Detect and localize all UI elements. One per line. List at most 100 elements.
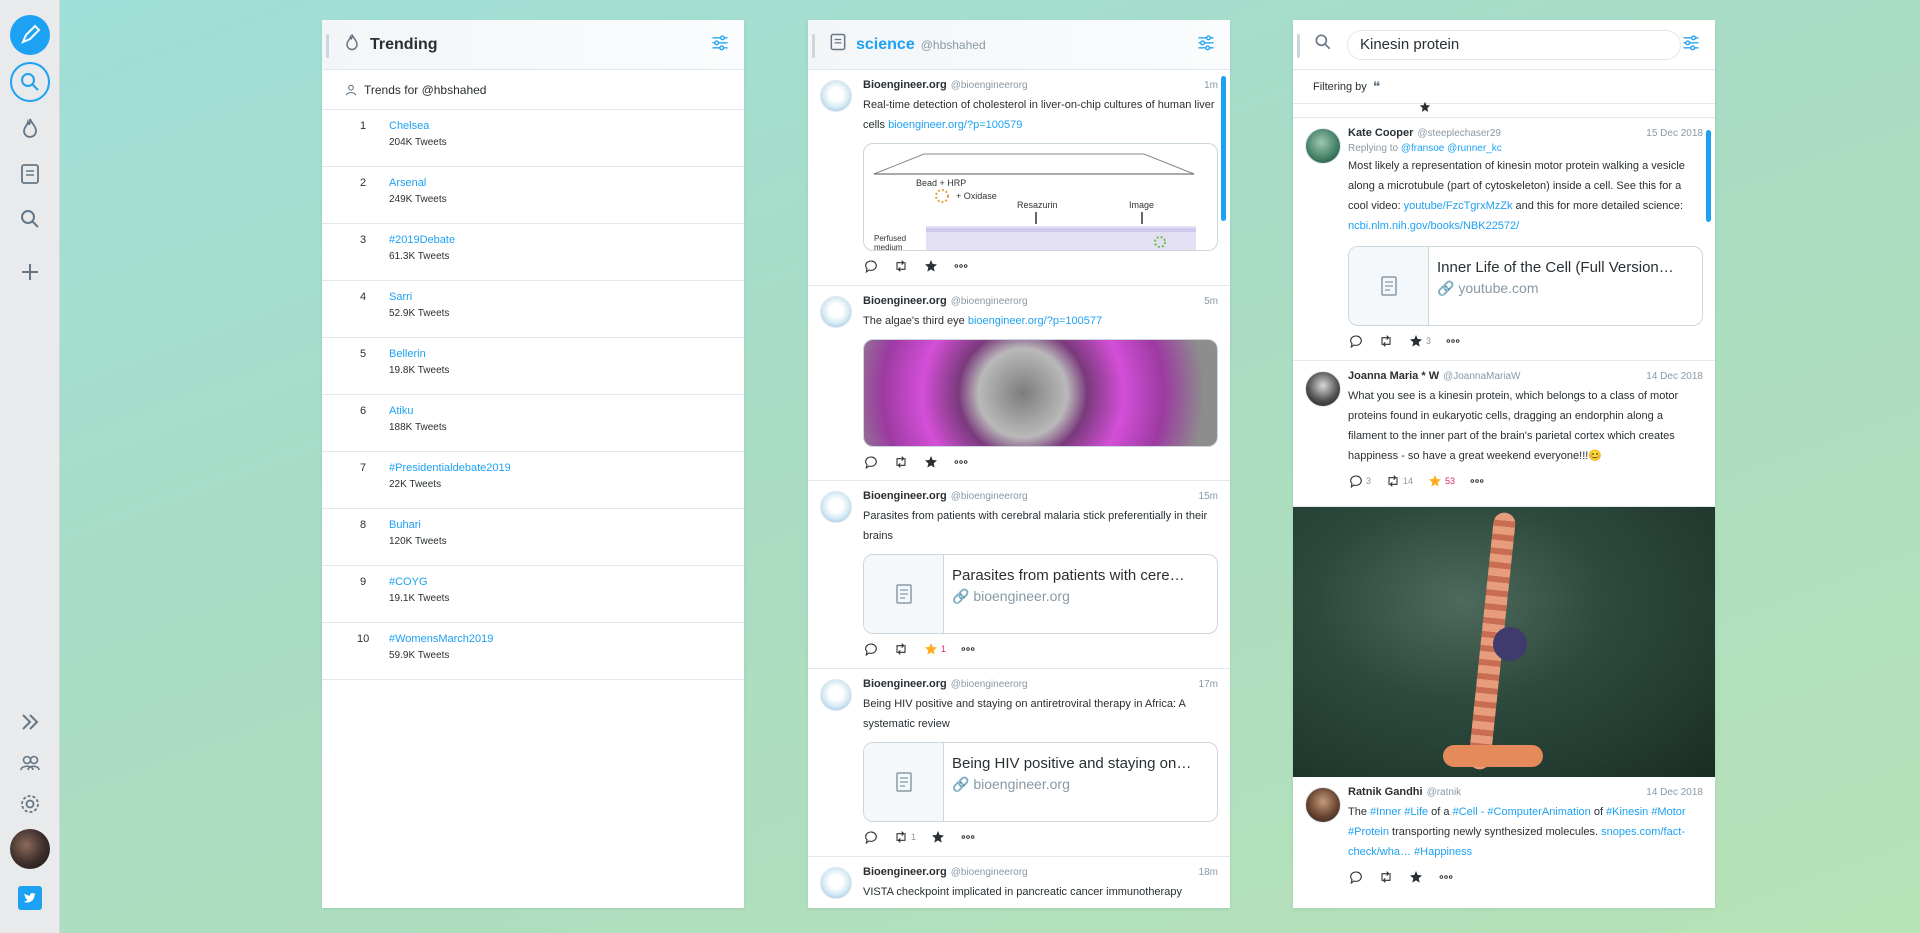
tweet-author-handle[interactable]: @bioengineerorg [951,79,1028,93]
user-avatar[interactable] [10,829,50,869]
trend-item[interactable]: 7 #Presidentialdebate2019 22K Tweets [322,452,744,509]
trend-item[interactable]: 1 Chelsea 204K Tweets [322,110,744,167]
more-button[interactable] [953,258,969,274]
trending-button[interactable] [10,108,50,148]
search-input[interactable]: Kinesin protein [1347,29,1681,60]
avatar[interactable] [820,491,852,523]
hashtags[interactable]: #Cell - #ComputerAnimation [1453,806,1591,818]
trend-name[interactable]: Bellerin [389,348,426,360]
retweet-button[interactable] [1378,333,1394,349]
avatar[interactable] [820,867,852,899]
trend-name[interactable]: #Presidentialdebate2019 [389,462,511,474]
link-card[interactable]: Parasites from patients with cerebral ma… [863,554,1218,634]
reply-button[interactable] [1348,869,1364,885]
trends-for-row[interactable]: Trends for @hbshahed [322,70,744,110]
trend-item[interactable]: 2 Arsenal 249K Tweets [322,167,744,224]
tweet-link[interactable]: bioengineer.org/?p=100577 [968,315,1102,327]
tweet-timestamp[interactable]: 17m [1199,678,1218,692]
trend-name[interactable]: #WomensMarch2019 [389,633,493,645]
link-card[interactable]: Inner Life of the Cell (Full Version - N… [1348,246,1703,326]
column-header[interactable]: science @hbshahed [808,20,1230,70]
like-button[interactable] [923,454,939,470]
trend-name[interactable]: Arsenal [389,177,426,189]
tweet-author-name[interactable]: Bioengineer.org [863,677,947,691]
more-button[interactable] [1445,333,1461,349]
tweet-author-handle[interactable]: @bioengineerorg [951,295,1028,309]
tweet[interactable]: Bioengineer.org @bioengineerorg 18m VISTA … [808,857,1230,908]
reply-to-handles[interactable]: @fransoe @runner_kc [1401,143,1502,154]
avatar[interactable] [820,80,852,112]
reply-button[interactable] [1348,333,1364,349]
tweet-author-handle[interactable]: @bioengineerorg [951,490,1028,504]
tweet-timestamp[interactable]: 1m [1204,79,1218,93]
reply-button[interactable]: 3 [1348,473,1371,489]
avatar[interactable] [820,296,852,328]
tweet-timestamp[interactable]: 14 Dec 2018 [1646,786,1703,800]
tweet[interactable]: Bioengineer.org @bioengineerorg 5m The alg… [808,286,1230,481]
tweet[interactable]: Kate Cooper @steeplechaser29 15 Dec 2018 R… [1293,118,1715,361]
tweet-link[interactable]: youtube/FzcTgrxMzZk [1404,200,1513,212]
retweet-button[interactable] [893,641,909,657]
tweet-author-handle[interactable]: @JoannaMariaW [1443,370,1520,384]
retweet-button[interactable] [893,454,909,470]
tweet-author-name[interactable]: Kate Cooper [1348,126,1413,140]
reply-button[interactable] [863,454,879,470]
trend-item[interactable]: 3 #2019Debate 61.3K Tweets [322,224,744,281]
tweet[interactable]: Bioengineer.org @bioengineerorg 17m Being … [808,669,1230,857]
settings-button[interactable] [10,784,50,824]
column-settings-button[interactable] [1681,32,1701,57]
hashtags[interactable]: #Happiness [1411,846,1472,858]
lists-button[interactable] [10,154,50,194]
trend-name[interactable]: Buhari [389,519,421,531]
retweet-button[interactable] [893,258,909,274]
tweet-author-handle[interactable]: @bioengineerorg [951,866,1028,880]
tweet-timestamp[interactable]: 5m [1204,295,1218,309]
trend-item[interactable]: 6 Atiku 188K Tweets [322,395,744,452]
avatar[interactable] [1305,128,1341,164]
tweet-link[interactable]: ncbi.nlm.nih.gov/books/NBK22572/ [1348,220,1519,232]
like-button[interactable] [923,258,939,274]
tweet-author-name[interactable]: Ratnik Gandhi [1348,785,1423,799]
trend-item[interactable]: 10 #WomensMarch2019 59.9K Tweets [322,623,744,680]
more-button[interactable] [960,641,976,657]
more-button[interactable] [1438,869,1454,885]
like-button[interactable] [1408,869,1424,885]
tweet-author-name[interactable]: Bioengineer.org [863,294,947,308]
reply-button[interactable] [863,641,879,657]
tweet-media-image[interactable]: Bead + HRP + Oxidase Resazurin Image Per… [863,143,1218,251]
retweet-button[interactable]: 14 [1385,473,1413,489]
tweet[interactable]: Joanna Maria * W @JoannaMariaW 14 Dec 2018… [1293,361,1715,507]
retweet-button[interactable]: 1 [893,829,916,845]
trend-item[interactable]: 5 Bellerin 19.8K Tweets [322,338,744,395]
twitter-logo[interactable] [18,886,42,910]
more-button[interactable] [953,454,969,470]
tweet-author-name[interactable]: Bioengineer.org [863,489,947,503]
like-button[interactable]: 53 [1427,473,1455,489]
tweet-author-handle[interactable]: @ratnik [1427,786,1462,800]
reply-button[interactable] [863,258,879,274]
tweet-media-image[interactable] [863,339,1218,447]
tweet-author-handle[interactable]: @steeplechaser29 [1417,127,1501,141]
column-settings-button[interactable] [710,32,730,57]
reply-button[interactable] [863,829,879,845]
more-button[interactable] [960,829,976,845]
add-column-button[interactable] [10,252,50,292]
trend-name[interactable]: #COYG [389,576,428,588]
tweet-link[interactable]: bioengineer.org/?p=100579 [888,119,1022,131]
avatar[interactable] [1305,787,1341,823]
tweet[interactable]: Bioengineer.org @bioengineerorg 1m Real-ti… [808,70,1230,286]
avatar[interactable] [1305,371,1341,407]
more-button[interactable] [1469,473,1485,489]
filtering-row[interactable]: Filtering by ❝ [1293,70,1715,104]
trend-item[interactable]: 9 #COYG 19.1K Tweets [322,566,744,623]
tweet-author-name[interactable]: Bioengineer.org [863,865,947,879]
avatar[interactable] [820,679,852,711]
link-card[interactable]: Being HIV positive and staying on antire… [863,742,1218,822]
expand-button[interactable] [10,702,50,742]
trend-name[interactable]: Atiku [389,405,413,417]
column-settings-button[interactable] [1196,32,1216,57]
like-button[interactable]: 3 [1408,333,1431,349]
tweet-timestamp[interactable]: 15 Dec 2018 [1646,127,1703,141]
trend-item[interactable]: 4 Sarri 52.9K Tweets [322,281,744,338]
tweet-timestamp[interactable]: 18m [1199,866,1218,880]
